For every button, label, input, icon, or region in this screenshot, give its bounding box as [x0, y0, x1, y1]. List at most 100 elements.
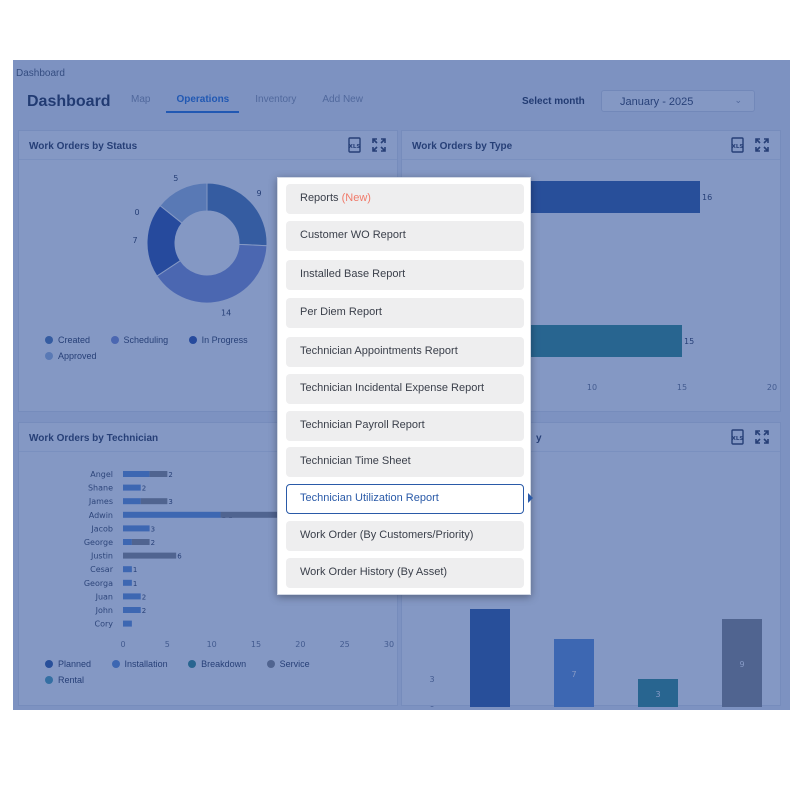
legend-swatch: [45, 676, 53, 684]
technician-card-title: Work Orders by Technician: [29, 433, 159, 444]
caret-right-icon: [528, 493, 533, 503]
technician-bar-segment: [123, 539, 132, 545]
breadcrumb[interactable]: Dashboard: [16, 68, 65, 79]
x-tick-label: 10: [207, 640, 217, 649]
tab-operations[interactable]: Operations: [166, 94, 240, 113]
legend-scheduling[interactable]: Scheduling: [110, 335, 168, 345]
menu-item-work-order-by-customers-priority[interactable]: Work Order (By Customers/Priority): [286, 521, 524, 551]
expand-icon[interactable]: [371, 137, 387, 153]
technician-name-label: Jacob: [90, 524, 113, 533]
status-card-header: Work Orders by Status XLS: [19, 131, 397, 160]
segment-value-label: 2: [151, 539, 155, 547]
segment-value-label: 2: [142, 593, 146, 601]
segment-value-label: 2: [142, 485, 146, 493]
legend-swatch: [111, 660, 120, 668]
technician-name-label: Cory: [94, 620, 113, 629]
technician-name-label: John: [95, 606, 113, 615]
technician-name-label: James: [88, 497, 113, 506]
menu-item-technician-utilization-report[interactable]: Technician Utilization Report: [286, 484, 533, 514]
legend-planned[interactable]: Planned: [45, 659, 91, 669]
new-badge: (New): [341, 192, 371, 204]
legend-installation[interactable]: Installation: [111, 659, 168, 669]
technician-bar-segment: [123, 471, 150, 477]
excel-export-icon[interactable]: XLS: [347, 137, 363, 153]
technician-name-label: George: [84, 538, 113, 547]
legend-swatch: [110, 336, 119, 344]
technician-legend: Planned Installation Breakdown Service R…: [45, 659, 385, 691]
priority-bar: [470, 609, 510, 709]
slice-value-label: 0: [134, 208, 139, 217]
legend-breakdown[interactable]: Breakdown: [188, 659, 246, 669]
tab-bar: Map Operations Inventory Add New: [131, 94, 389, 113]
x-tick-label: 25: [340, 640, 350, 649]
legend-swatch: [45, 660, 53, 668]
tab-inventory[interactable]: Inventory: [255, 94, 296, 113]
technician-name-label: Juan: [95, 592, 113, 601]
legend-swatch: [266, 660, 275, 668]
y-tick-label: 0: [429, 705, 434, 707]
menu-item-technician-time-sheet[interactable]: Technician Time Sheet: [286, 447, 524, 477]
technician-bar-segment: [140, 498, 168, 505]
segment-value-label: 2: [142, 607, 146, 615]
bar-value-label: 16: [702, 193, 712, 202]
technician-name-label: Shane: [88, 484, 113, 493]
x-tick-label: 20: [767, 383, 777, 392]
slice-value-label: 9: [256, 189, 261, 198]
excel-export-icon[interactable]: XLS: [730, 429, 746, 445]
legend-swatch: [45, 336, 53, 344]
x-tick-label: 20: [295, 640, 305, 649]
technician-bar-segment: [123, 525, 150, 532]
legend-created[interactable]: Created: [45, 335, 90, 345]
legend-approved[interactable]: Approved: [45, 351, 97, 361]
x-tick-label: 30: [384, 640, 394, 649]
menu-item-work-order-history-by-asset[interactable]: Work Order History (By Asset): [286, 558, 524, 588]
technician-name-label: Cesar: [90, 565, 114, 574]
technician-bar-segment: [123, 484, 141, 491]
status-card-actions: XLS: [339, 137, 387, 153]
slice-value-label: 14: [221, 308, 231, 317]
technician-bar-segment: [123, 498, 141, 505]
priority-card-title: y: [536, 433, 542, 444]
legend-swatch: [188, 336, 197, 344]
menu-item-installed-base-report[interactable]: Installed Base Report: [286, 260, 524, 290]
menu-item-per-diem-report[interactable]: Per Diem Report: [286, 298, 524, 328]
menu-item-technician-incidental-expense-report[interactable]: Technician Incidental Expense Report: [286, 374, 524, 404]
month-label: Select month: [522, 96, 585, 107]
svg-text:XLS: XLS: [732, 436, 744, 442]
expand-icon[interactable]: [754, 137, 770, 153]
bar-value-label: 15: [684, 337, 694, 346]
menu-item-customer-wo-report[interactable]: Customer WO Report: [286, 221, 524, 251]
segment-value-label: 6: [177, 553, 182, 561]
technician-name-label: Georga: [84, 579, 113, 588]
reports-menu: Reports (New) Customer WO Report Install…: [277, 177, 533, 595]
technician-bar-segment: [131, 539, 150, 545]
x-tick-label: 5: [165, 640, 170, 649]
type-card-actions: XLS: [722, 137, 770, 153]
bar-value-label: 9: [739, 660, 744, 669]
legend-service[interactable]: Service: [266, 659, 310, 669]
segment-value-label: 2: [168, 471, 172, 479]
month-select[interactable]: January - 2025 ⌄: [601, 90, 755, 112]
segment-value-label: 1: [133, 566, 137, 574]
expand-icon[interactable]: [754, 429, 770, 445]
technician-bar-segment: [149, 471, 168, 477]
tab-add-new[interactable]: Add New: [322, 94, 363, 113]
type-card-title: Work Orders by Type: [412, 141, 513, 152]
y-tick-label: 3: [429, 675, 434, 684]
menu-item-reports[interactable]: Reports (New): [286, 184, 524, 214]
priority-card-actions: XLS: [722, 429, 770, 445]
technician-bar-segment: [123, 552, 177, 559]
legend-rental[interactable]: Rental: [45, 675, 84, 685]
excel-export-icon[interactable]: XLS: [730, 137, 746, 153]
x-tick-label: 10: [587, 383, 597, 392]
page-title: Dashboard: [27, 93, 111, 110]
x-tick-label: 15: [677, 383, 687, 392]
technician-name-label: Justin: [90, 552, 113, 561]
technician-name-label: Adwin: [89, 511, 113, 520]
tab-map[interactable]: Map: [131, 94, 150, 113]
legend-in-progress[interactable]: In Progress: [188, 335, 248, 345]
status-card-title: Work Orders by Status: [29, 141, 138, 152]
menu-item-technician-appointments-report[interactable]: Technician Appointments Report: [286, 337, 524, 367]
month-value: January - 2025: [620, 96, 694, 108]
menu-item-technician-payroll-report[interactable]: Technician Payroll Report: [286, 411, 524, 441]
